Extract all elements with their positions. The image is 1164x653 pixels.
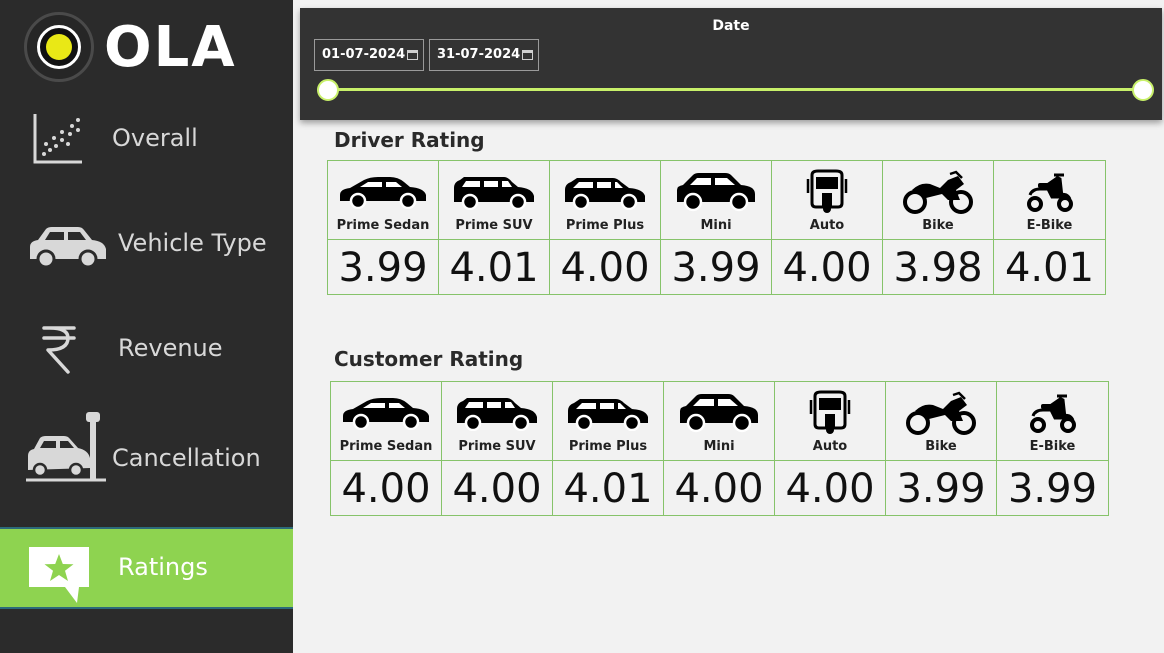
driver-rating-cell-mini: Mini 3.99 <box>661 161 772 294</box>
ola-logo: OLA <box>24 12 254 84</box>
sedan-icon <box>340 177 426 209</box>
driver-rating-cell-auto: Auto 4.00 <box>772 161 883 294</box>
calendar-icon[interactable] <box>522 50 533 60</box>
vehicle-label: Prime Plus <box>568 439 648 454</box>
customer-rating-cell-bike: Bike 3.99 <box>886 382 997 515</box>
nav-item-revenue[interactable]: Revenue <box>0 308 293 388</box>
calendar-icon[interactable] <box>407 50 418 60</box>
date-filter-panel: Date 01-07-2024 31-07-2024 <box>300 8 1162 120</box>
mini-car-icon <box>677 173 755 212</box>
rating-value: 3.99 <box>338 245 428 291</box>
vehicle-label: Prime Sedan <box>336 218 430 233</box>
rating-value: 4.00 <box>782 245 872 291</box>
nav-label-ratings: Ratings <box>118 553 208 581</box>
customer-rating-cell-prime-suv: Prime SUV 4.00 <box>442 382 553 515</box>
customer-rating-cell-prime-sedan: Prime Sedan 4.00 <box>331 382 442 515</box>
rating-value: 4.01 <box>563 466 653 512</box>
date-range-slider-track[interactable] <box>328 88 1144 91</box>
hatchback-icon <box>568 399 648 431</box>
nav-label-revenue: Revenue <box>118 334 223 362</box>
car-icon <box>30 227 106 269</box>
customer-rating-title: Customer Rating <box>334 347 524 371</box>
suv-icon <box>454 177 534 210</box>
vehicle-label: Mini <box>700 218 732 233</box>
vehicle-label: Prime SUV <box>458 439 536 454</box>
motorbike-icon <box>903 170 973 214</box>
vehicle-label: E-Bike <box>1026 218 1073 233</box>
motorbike-icon <box>906 391 976 435</box>
nav-label-overall: Overall <box>112 124 198 152</box>
vehicle-label: Auto <box>809 218 845 233</box>
rating-value: 4.00 <box>674 466 764 512</box>
vehicle-label: Prime Plus <box>565 218 645 233</box>
car-crash-icon <box>26 412 106 482</box>
start-date-input[interactable]: 01-07-2024 <box>314 39 424 71</box>
nav-item-cancellation[interactable]: Cancellation <box>0 410 293 490</box>
customer-rating-cell-auto: Auto 4.00 <box>775 382 886 515</box>
customer-rating-cell-mini: Mini 4.00 <box>664 382 775 515</box>
nav-label-vehicle-type: Vehicle Type <box>118 229 267 257</box>
rating-value: 4.00 <box>785 466 875 512</box>
date-range-end-handle[interactable] <box>1132 79 1154 101</box>
vehicle-label: Mini <box>703 439 735 454</box>
sedan-icon <box>343 398 429 430</box>
auto-rickshaw-icon <box>809 390 851 434</box>
customer-rating-cell-e-bike: E-Bike 3.99 <box>997 382 1108 515</box>
mini-car-icon <box>680 394 758 433</box>
vehicle-label: Prime Sedan <box>339 439 433 454</box>
nav-label-cancellation: Cancellation <box>112 444 261 472</box>
date-range-start-handle[interactable] <box>317 79 339 101</box>
customer-rating-cell-prime-plus: Prime Plus 4.01 <box>553 382 664 515</box>
end-date-value: 31-07-2024 <box>437 47 521 62</box>
driver-rating-cell-prime-sedan: Prime Sedan 3.99 <box>328 161 439 294</box>
rating-value: 4.01 <box>449 245 539 291</box>
driver-rating-title: Driver Rating <box>334 128 485 152</box>
rating-value: 4.01 <box>1004 245 1095 291</box>
suv-icon <box>457 398 537 431</box>
end-date-input[interactable]: 31-07-2024 <box>429 39 539 71</box>
rating-value: 3.99 <box>896 466 986 512</box>
scooter-icon <box>1026 173 1073 212</box>
scooter-icon <box>1029 394 1076 433</box>
date-filter-title: Date <box>712 18 750 34</box>
hatchback-icon <box>565 178 645 210</box>
rupee-icon <box>42 326 76 374</box>
driver-rating-cell-prime-suv: Prime SUV 4.01 <box>439 161 550 294</box>
rating-value: 4.00 <box>341 466 431 512</box>
driver-rating-cell-bike: Bike 3.98 <box>883 161 994 294</box>
vehicle-label: Bike <box>925 439 957 454</box>
sidebar: OLA Overall Vehicle Type Revenue Cancell… <box>0 0 293 653</box>
vehicle-label: Bike <box>922 218 954 233</box>
driver-rating-table: Prime Sedan 3.99 Prime SUV 4.01 Prime Pl… <box>327 160 1106 295</box>
vehicle-label: E-Bike <box>1029 439 1076 454</box>
nav-item-ratings[interactable]: Ratings <box>0 527 293 609</box>
rating-value: 4.00 <box>452 466 542 512</box>
customer-rating-table: Prime Sedan 4.00 Prime SUV 4.00 Prime Pl… <box>330 381 1109 516</box>
driver-rating-cell-prime-plus: Prime Plus 4.00 <box>550 161 661 294</box>
star-comment-icon <box>29 547 89 603</box>
brand-name: OLA <box>104 15 237 80</box>
rating-value: 3.98 <box>893 245 983 291</box>
rating-value: 3.99 <box>671 245 761 291</box>
rating-value: 4.00 <box>560 245 650 291</box>
vehicle-label: Auto <box>812 439 848 454</box>
scatter-chart-icon <box>33 114 82 164</box>
vehicle-label: Prime SUV <box>455 218 533 233</box>
rating-value: 3.99 <box>1007 466 1098 512</box>
auto-rickshaw-icon <box>806 169 848 213</box>
driver-rating-cell-e-bike: E-Bike 4.01 <box>994 161 1105 294</box>
nav-item-vehicle-type[interactable]: Vehicle Type <box>0 205 293 285</box>
nav-item-overall[interactable]: Overall <box>0 100 293 180</box>
start-date-value: 01-07-2024 <box>322 47 406 62</box>
